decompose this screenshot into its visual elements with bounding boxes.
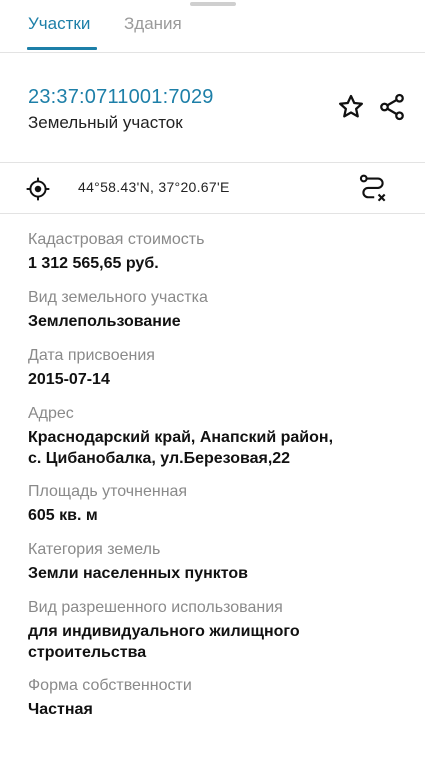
field-label: Кадастровая стоимость [28, 231, 205, 248]
field-cadastral-value: Кадастровая стоимость 1 312 565,65 руб. [28, 230, 405, 274]
field-parcel-kind: Вид земельного участка Землепользование [28, 288, 405, 332]
share-icon[interactable] [377, 92, 407, 122]
field-label: Форма собственности [28, 677, 192, 694]
parcel-type: Земельный участок [28, 113, 183, 132]
field-value: 2015-07-14 [28, 371, 110, 388]
active-tab-indicator [27, 47, 97, 50]
field-ownership: Форма собственности Частная [28, 676, 405, 720]
field-label: Адрес [28, 405, 74, 422]
field-value: Частная [28, 701, 93, 718]
parcel-header: 23:37:0711001:7029 Земельный участок [0, 52, 425, 163]
field-land-category: Категория земель Земли населенных пункто… [28, 540, 405, 584]
field-value: 1 312 565,65 руб. [28, 255, 159, 272]
field-address: Адрес Краснодарский край, Анапский район… [28, 404, 405, 469]
field-value: 605 кв. м [28, 507, 98, 524]
cadastral-number[interactable]: 23:37:0711001:7029 [28, 86, 214, 109]
field-assign-date: Дата присвоения 2015-07-14 [28, 346, 405, 390]
tab-buildings[interactable]: Здания [124, 14, 182, 34]
coordinates-row: 44°58.43'N, 37°20.67'E [0, 163, 425, 214]
field-label: Вид разрешенного использования [28, 599, 283, 616]
route-icon[interactable] [358, 173, 388, 205]
field-value: для индивидуального жилищного строительс… [28, 623, 300, 661]
field-label: Дата присвоения [28, 347, 155, 364]
coordinates-text[interactable]: 44°58.43'N, 37°20.67'E [78, 179, 230, 195]
field-label: Вид земельного участка [28, 289, 208, 306]
star-icon[interactable] [336, 92, 366, 122]
tab-parcels[interactable]: Участки [28, 14, 90, 34]
field-value: Землепользование [28, 313, 181, 330]
tab-bar: Участки Здания [0, 0, 425, 53]
field-label: Категория земель [28, 541, 161, 558]
field-label: Площадь уточненная [28, 483, 188, 500]
field-value: Краснодарский край, Анапский район, с. Ц… [28, 429, 334, 467]
field-permitted-use: Вид разрешенного использования для индив… [28, 598, 405, 663]
field-area: Площадь уточненная 605 кв. м [28, 482, 405, 526]
field-value: Земли населенных пунктов [28, 565, 249, 582]
locate-icon[interactable] [25, 176, 51, 202]
